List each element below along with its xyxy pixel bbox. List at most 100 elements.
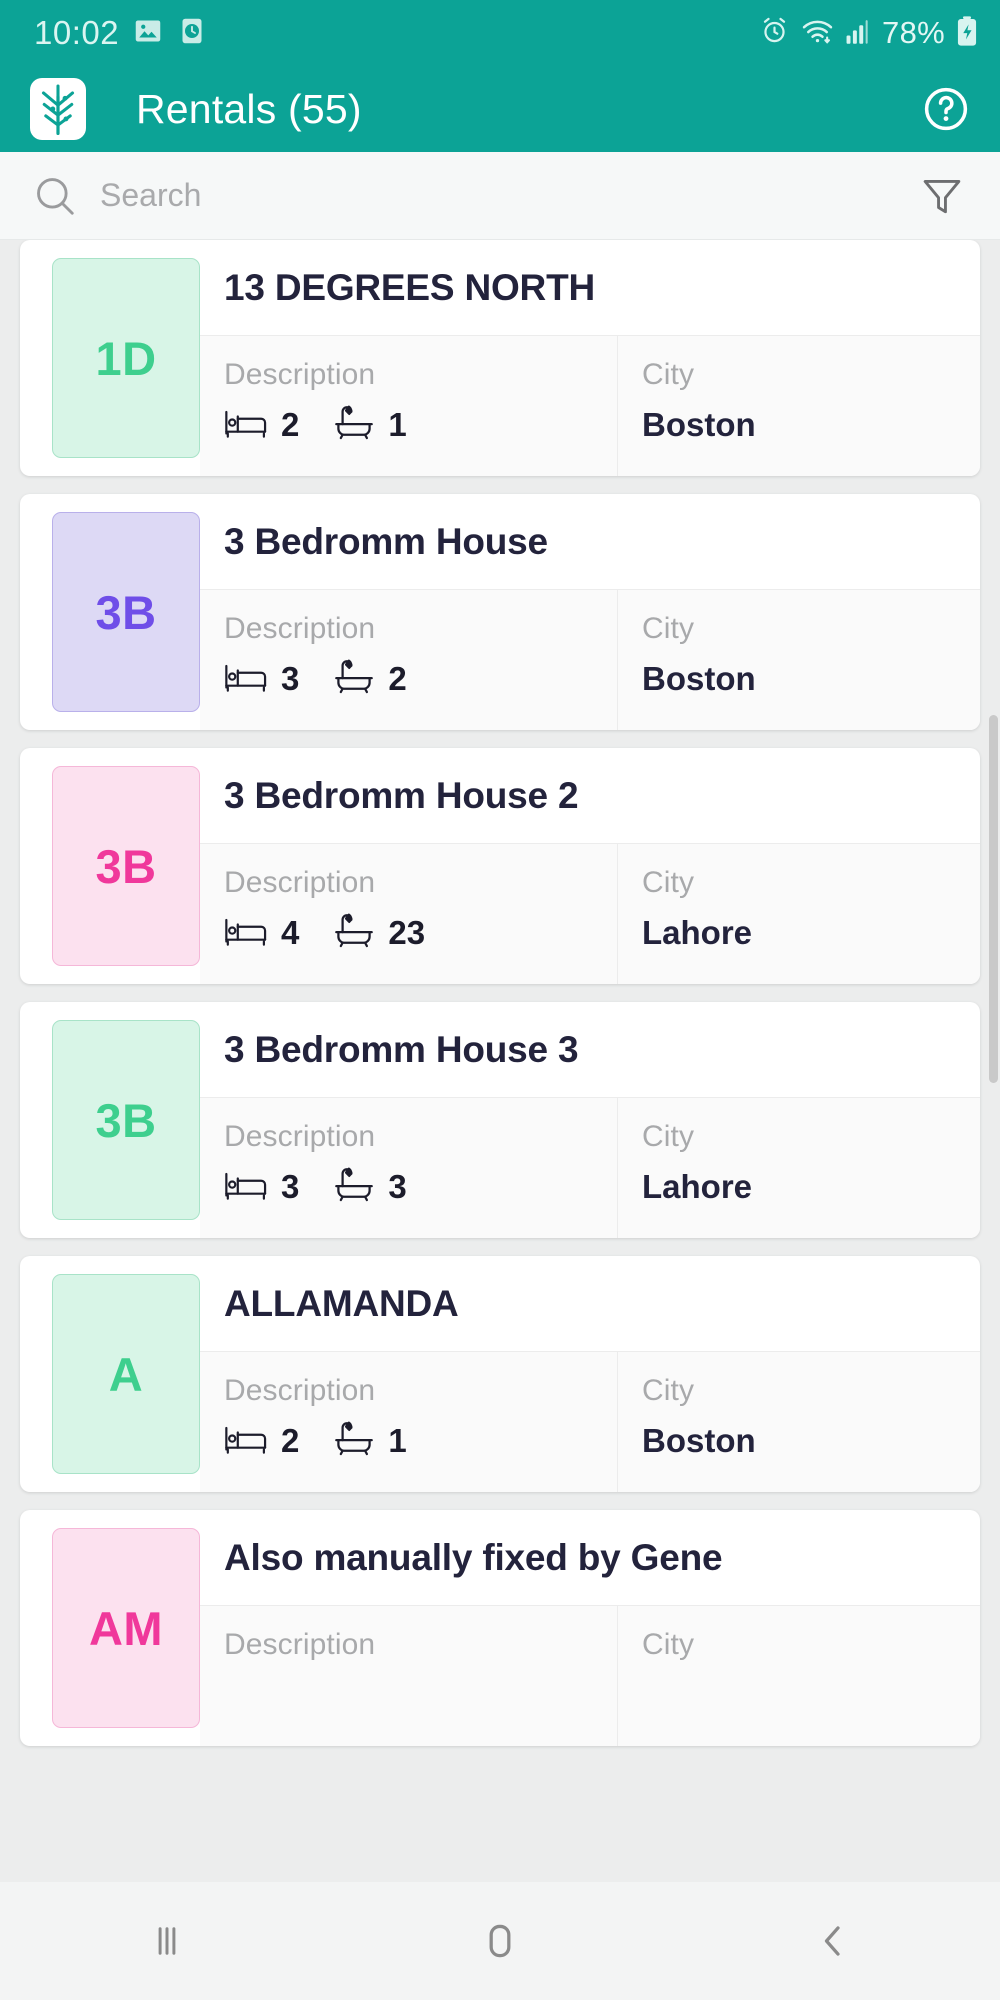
rental-avatar: 3B (52, 1020, 200, 1220)
rental-title-row: 3 Bedromm House 2 (200, 748, 980, 844)
rental-avatar: 3B (52, 766, 200, 966)
rental-city-column: City Boston (618, 1352, 980, 1492)
rental-title-row: 13 DEGREES NORTH (200, 240, 980, 336)
rental-description-column: Description 4 23 (200, 844, 618, 984)
rental-description-column: Description 3 3 (200, 1098, 618, 1238)
rental-title-row: 3 Bedromm House (200, 494, 980, 590)
rental-detail-columns: Description 3 2 City Boston (200, 590, 980, 730)
rental-city-column: City Lahore (618, 844, 980, 984)
bed-icon (224, 1421, 268, 1460)
status-bar-clock: 10:02 (34, 14, 120, 51)
rental-title: 3 Bedromm House (224, 520, 548, 562)
city-label: City (642, 866, 695, 899)
bedrooms-metric: 2 (224, 405, 299, 444)
rental-avatar-column: 1D (20, 240, 200, 476)
rental-card-body: 3 Bedromm House Description 3 2 City Boston (200, 494, 980, 730)
rental-metrics: 32 (224, 658, 617, 699)
bath-icon (333, 1420, 375, 1461)
rental-city-value: Boston (642, 660, 756, 697)
page-title: Rentals (55) (136, 85, 362, 132)
status-bar-left: 10:02 (34, 14, 207, 52)
rental-avatar: 3B (52, 512, 200, 712)
bathrooms-count: 2 (388, 659, 407, 697)
rental-title: ALLAMANDA (224, 1282, 459, 1324)
rental-card-body: Also manually fixed by Gene Description Ci… (200, 1510, 980, 1746)
rental-card[interactable]: 3B 3 Bedromm House 2 Description 4 23 City Lah… (20, 748, 980, 984)
bath-icon (333, 658, 375, 699)
rental-initials: 3B (95, 1093, 157, 1147)
rental-card[interactable]: 3B 3 Bedromm House 3 Description 3 3 City Laho… (20, 1002, 980, 1238)
bedrooms-metric: 3 (224, 659, 299, 698)
rental-description-column: Description 3 2 (200, 590, 618, 730)
rental-initials: 3B (95, 585, 157, 639)
rental-card[interactable]: 3B 3 Bedromm House Description 3 2 City Boston (20, 494, 980, 730)
rental-title: 13 DEGREES NORTH (224, 266, 595, 308)
bathrooms-metric: 1 (333, 1420, 407, 1461)
signal-icon (845, 17, 871, 50)
home-icon[interactable] (333, 1882, 666, 2000)
city-label: City (642, 612, 695, 645)
bed-icon (224, 405, 268, 444)
rental-card-body: 13 DEGREES NORTH Description 2 1 City Boston (200, 240, 980, 476)
bed-icon (224, 1167, 268, 1206)
rental-detail-columns: Description 3 3 City Lahore (200, 1098, 980, 1238)
rental-avatar-column: A (20, 1256, 200, 1492)
bathrooms-metric: 2 (333, 658, 407, 699)
rental-card-body: 3 Bedromm House 2 Description 4 23 City Lahor… (200, 748, 980, 984)
bath-icon (333, 912, 375, 953)
back-icon[interactable] (667, 1882, 1000, 2000)
bathrooms-metric: 3 (333, 1166, 407, 1207)
rental-avatar: AM (52, 1528, 200, 1728)
rental-description-column: Description 2 1 (200, 1352, 618, 1492)
city-label: City (642, 1374, 695, 1407)
rental-detail-columns: Description City (200, 1606, 980, 1746)
rental-city-column: City Lahore (618, 1098, 980, 1238)
rental-metrics: 21 (224, 404, 617, 445)
bathrooms-metric: 23 (333, 912, 425, 953)
bedrooms-metric: 2 (224, 1421, 299, 1460)
status-bar-right: 78% (759, 15, 978, 52)
bedrooms-count: 4 (281, 913, 300, 951)
battery-percent-label: 78% (882, 15, 945, 50)
help-circle-icon[interactable] (918, 81, 974, 137)
rental-avatar-column: 3B (20, 1002, 200, 1238)
search-input[interactable] (100, 177, 914, 214)
recents-icon[interactable] (0, 1882, 333, 2000)
rental-card-body: ALLAMANDA Description 2 1 City Boston (200, 1256, 980, 1492)
description-label: Description (224, 1374, 376, 1407)
rental-initials: 1D (95, 331, 157, 385)
search-bar[interactable] (0, 152, 1000, 240)
rental-metrics: 4 23 (224, 912, 617, 953)
city-label: City (642, 358, 695, 391)
rental-avatar-column: AM (20, 1510, 200, 1746)
rental-title: 3 Bedromm House 3 (224, 1028, 579, 1070)
rental-avatar-column: 3B (20, 748, 200, 984)
rental-title: Also manually fixed by Gene (224, 1536, 723, 1578)
filter-funnel-icon[interactable] (914, 173, 970, 219)
rental-card[interactable]: A ALLAMANDA Description 2 1 City Boston (20, 1256, 980, 1492)
rental-title-row: 3 Bedromm House 3 (200, 1002, 980, 1098)
list-scrollbar-thumb[interactable] (989, 715, 998, 1083)
rentals-card-container: 1D 13 DEGREES NORTH Description 2 1 City Bosto… (0, 240, 1000, 1746)
bathrooms-metric: 1 (333, 404, 407, 445)
rental-city-column: City Boston (618, 336, 980, 476)
android-navigation-bar (0, 1882, 1000, 2000)
rental-metrics: 33 (224, 1166, 617, 1207)
plant-leaf-logo[interactable] (30, 78, 86, 140)
rental-title: 3 Bedromm House 2 (224, 774, 579, 816)
rental-initials: AM (88, 1601, 164, 1655)
rental-detail-columns: Description 2 1 City Boston (200, 336, 980, 476)
bedrooms-count: 2 (281, 1421, 300, 1459)
bed-icon (224, 913, 268, 952)
rental-city-value: Lahore (642, 1168, 753, 1205)
rental-avatar: A (52, 1274, 200, 1474)
rentals-list[interactable]: 1D 13 DEGREES NORTH Description 2 1 City Bosto… (0, 240, 1000, 1942)
bathrooms-count: 1 (388, 405, 407, 443)
bedrooms-metric: 4 (224, 913, 299, 952)
rental-card[interactable]: AM Also manually fixed by Gene Description… (20, 1510, 980, 1746)
rental-card[interactable]: 1D 13 DEGREES NORTH Description 2 1 City Bosto… (20, 240, 980, 476)
city-label: City (642, 1120, 695, 1153)
bath-icon (333, 404, 375, 445)
app-root: 10:02 78% Rentals (55) Search 1D 13 DEGR… (0, 0, 1000, 2000)
status-bar: 10:02 78% (0, 0, 1000, 66)
